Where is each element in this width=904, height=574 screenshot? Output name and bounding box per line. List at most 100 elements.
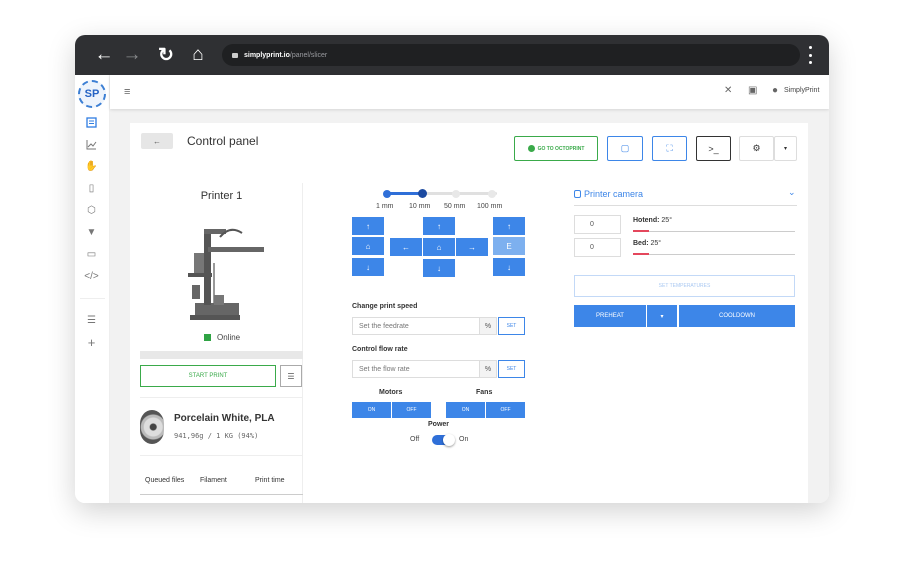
start-print-button[interactable]: START PRINT	[140, 365, 276, 387]
hotend-bar	[633, 231, 795, 232]
flow-rate-set-button[interactable]: SET	[498, 360, 525, 378]
chart-icon[interactable]	[84, 137, 99, 152]
caret-down-icon: ▾	[660, 313, 664, 320]
feedrate-input[interactable]: Set the feedrate	[352, 317, 480, 335]
settings-dropdown-button[interactable]: ▾	[774, 136, 797, 161]
card-icon[interactable]: ▣	[748, 85, 757, 96]
fans-off-button[interactable]: OFF	[486, 402, 525, 418]
power-on-label: On	[459, 436, 469, 443]
flow-rate-label: Control flow rate	[352, 346, 408, 353]
control-panel-card: ← Control panel GO TO OCTOPRINT ▢ ⛶ >_ ⚙…	[130, 123, 808, 503]
x-left-button[interactable]: ←	[390, 238, 422, 256]
logo[interactable]: SP	[78, 80, 106, 108]
step-label-1mm[interactable]: 1 mm	[376, 203, 394, 210]
motors-on-button[interactable]: ON	[352, 402, 391, 418]
plus-icon[interactable]: +	[84, 335, 99, 350]
hand-icon[interactable]: ✋	[84, 159, 99, 174]
octoprint-label: GO TO OCTOPRINT	[537, 145, 585, 152]
print-speed-label: Change print speed	[352, 303, 418, 310]
user-icon[interactable]: ●	[772, 85, 778, 96]
octoprint-button[interactable]: GO TO OCTOPRINT	[514, 136, 598, 161]
feedrate-unit: %	[480, 317, 497, 335]
fans-label: Fans	[476, 389, 493, 396]
y-down-button[interactable]: ↓	[352, 258, 384, 276]
caret-down-icon: ▾	[783, 146, 787, 152]
step-label-50mm[interactable]: 50 mm	[444, 203, 465, 210]
power-toggle[interactable]	[432, 434, 455, 446]
extruder-button[interactable]: E	[493, 237, 525, 255]
z-home-button[interactable]: ⌂	[423, 238, 455, 256]
queue-header-divider	[140, 494, 303, 495]
x-right-button[interactable]: →	[456, 238, 488, 256]
forward-arrow-icon[interactable]: →	[120, 35, 144, 75]
e-down-button[interactable]: ↓	[493, 258, 525, 276]
step-label-100mm[interactable]: 100 mm	[477, 203, 502, 210]
printer-status: Online	[204, 333, 240, 342]
feedrate-set-button[interactable]: SET	[498, 317, 525, 335]
printer-image	[188, 228, 264, 320]
browser-menu-icon[interactable]	[807, 46, 813, 64]
e-up-button[interactable]: ↑	[493, 217, 525, 235]
fullscreen-button[interactable]: ⛶	[652, 136, 687, 161]
bed-bar	[633, 254, 795, 255]
url-host: simplyprint.io	[244, 51, 290, 59]
divider	[140, 397, 303, 398]
folder-icon[interactable]: ▭	[84, 247, 99, 262]
fans-on-button[interactable]: ON	[446, 402, 485, 418]
spool-icon	[140, 410, 164, 444]
preheat-button[interactable]: PREHEAT	[574, 305, 646, 327]
step-slider-fill	[387, 192, 422, 195]
chevron-down-icon[interactable]: ⌄	[788, 187, 796, 198]
camera-toggle[interactable]: Printer camera	[574, 189, 643, 199]
printer-column: Printer 1 Online START PRINT ☰ Porcelain…	[140, 183, 303, 503]
code-icon[interactable]: </>	[84, 269, 99, 284]
queue-header-files: Queued files	[145, 477, 185, 484]
address-bar[interactable]: simplyprint.io/panel/slicer	[222, 44, 800, 66]
preheat-dropdown-button[interactable]: ▾	[647, 305, 677, 327]
sidebar-divider	[80, 298, 105, 299]
cube-icon[interactable]: ⬡	[84, 203, 99, 218]
reload-icon[interactable]: ↻	[154, 35, 178, 75]
motors-off-button[interactable]: OFF	[392, 402, 431, 418]
home-icon[interactable]: ⌂	[186, 35, 210, 75]
back-arrow-icon[interactable]: ←	[92, 35, 116, 75]
step-dot-100mm[interactable]	[488, 190, 496, 198]
menu-icon[interactable]: ≡	[124, 86, 130, 98]
flow-rate-input[interactable]: Set the flow rate	[352, 360, 480, 378]
bed-temp-input[interactable]: 0	[574, 238, 621, 257]
dashboard-icon[interactable]	[84, 115, 99, 130]
step-slider-handle[interactable]	[418, 189, 427, 198]
username[interactable]: SimplyPrint	[784, 87, 819, 94]
tools-icon[interactable]: ✕	[724, 85, 732, 96]
step-dot-50mm[interactable]	[452, 190, 460, 198]
settings-button[interactable]: ⚙	[739, 136, 774, 161]
terminal-button[interactable]: >_	[696, 136, 731, 161]
print-progress-bar	[140, 351, 303, 359]
set-temperatures-button[interactable]: SET TEMPERATURES	[574, 275, 795, 297]
fullscreen-icon: ⛶	[666, 143, 673, 153]
camera-label: Printer camera	[584, 189, 644, 199]
list-icon: ☰	[287, 371, 295, 381]
hotend-bar-fill	[633, 230, 649, 232]
files-icon[interactable]: ▯	[84, 181, 99, 196]
webcam-button[interactable]: ▢	[607, 136, 643, 161]
queue-header-printtime: Print time	[255, 477, 285, 484]
y-up-button[interactable]: ↑	[352, 217, 384, 235]
queue-list-button[interactable]: ☰	[280, 365, 302, 387]
z-up-button[interactable]: ↑	[423, 217, 455, 235]
url-path: /panel/slicer	[289, 51, 328, 59]
xy-home-button[interactable]: ⌂	[352, 237, 384, 255]
lock-icon	[232, 52, 238, 58]
z-down-button[interactable]: ↓	[423, 259, 455, 277]
movement-column: 1 mm 10 mm 50 mm 100 mm ↑ ⌂ ↓ ← ↑ ⌂ ↓ → …	[352, 181, 528, 501]
motors-label: Motors	[379, 389, 403, 396]
hotend-temp-input[interactable]: 0	[574, 215, 621, 234]
step-dot-1mm[interactable]	[383, 190, 391, 198]
cooldown-button[interactable]: COOLDOWN	[679, 305, 795, 327]
back-button[interactable]: ←	[141, 133, 173, 149]
camera-icon	[574, 190, 581, 198]
sliders-icon[interactable]: ☰	[84, 313, 99, 328]
step-label-10mm[interactable]: 10 mm	[409, 203, 430, 210]
filament-icon[interactable]: ▼	[84, 225, 99, 240]
flow-rate-unit: %	[480, 360, 497, 378]
